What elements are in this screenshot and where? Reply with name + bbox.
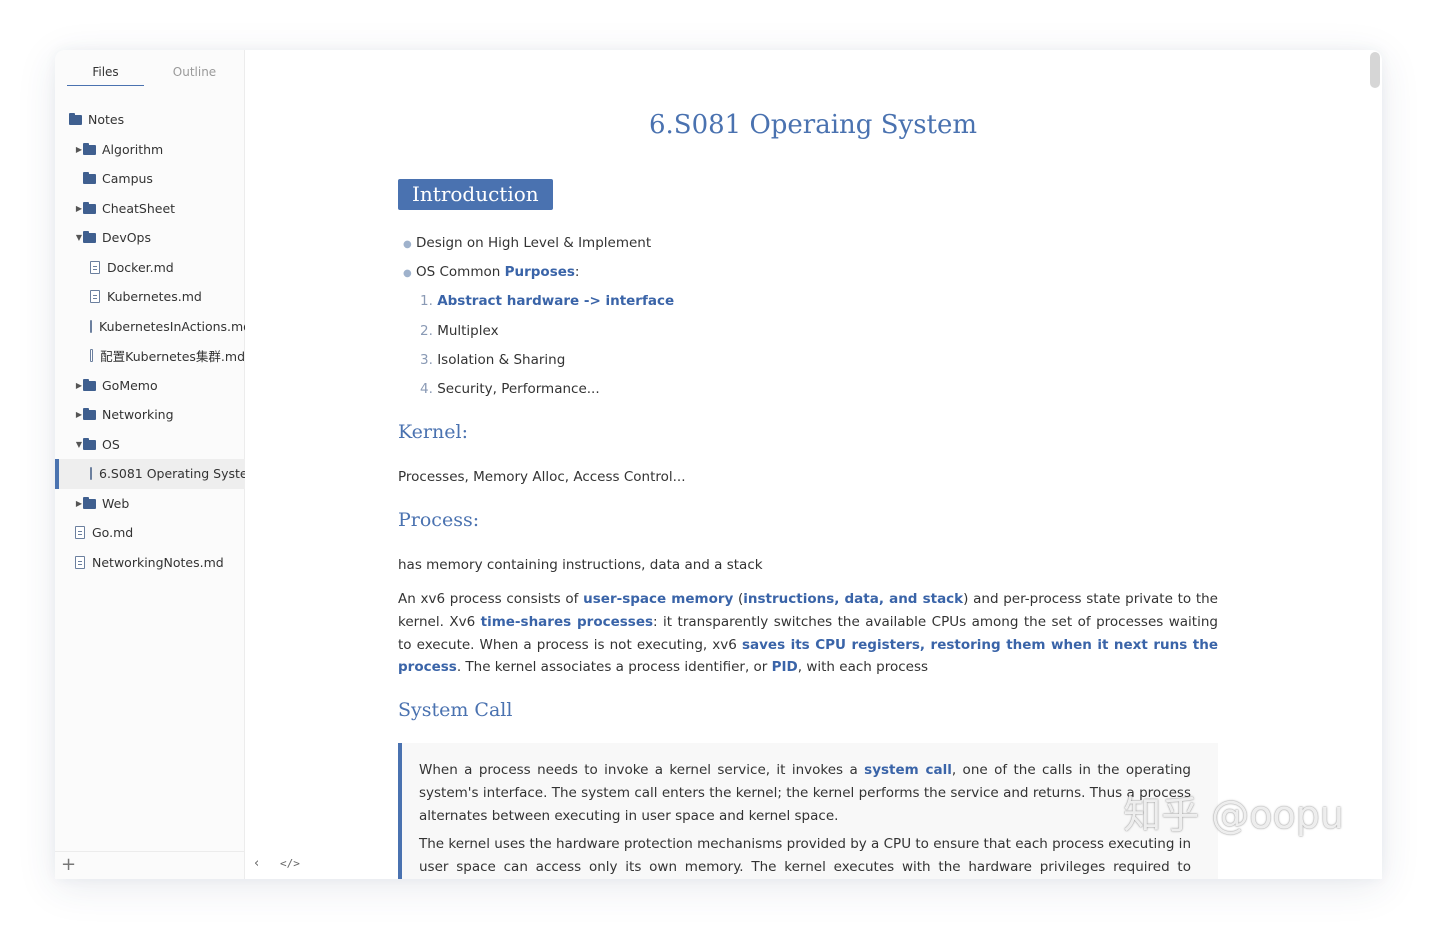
add-file-button[interactable]: + [61,854,76,875]
link-system-call[interactable]: system call [864,762,952,778]
quote-paragraph: When a process needs to invoke a kernel … [419,762,1191,824]
link-pid[interactable]: PID [772,659,798,675]
file-icon [90,290,100,304]
kernel-text: Processes, Memory Alloc, Access Control.… [398,469,686,485]
tree-folder[interactable]: ▶ GoMemo [55,371,245,401]
source-code-icon[interactable]: </> [280,857,300,870]
folder-icon [83,142,96,155]
caret-right-icon[interactable]: ▶ [75,145,83,154]
file-icon [90,349,94,363]
tree-folder[interactable]: ▶ CheatSheet [55,194,245,224]
link-instructions[interactable]: instructions, data, and stack [743,591,963,607]
file-icon [90,467,92,481]
folder-icon [83,378,96,391]
link-purposes[interactable]: Purposes [505,264,575,280]
sidebar: Files Outline Notes ▶ Algorithm Campus ▶ Chea… [55,50,245,879]
tree-folder[interactable]: ▼ DevOps [55,223,245,253]
link-user-space-memory[interactable]: user-space memory [583,591,733,607]
editor-footer: ‹ </> [246,851,366,879]
watermark: 知乎 @oopu [1123,793,1344,837]
file-tree: Notes ▶ Algorithm Campus ▶ CheatSheet ▼ DevOps D… [55,105,245,577]
scrollbar[interactable] [1370,52,1380,88]
tree-file[interactable]: 6.S081 Operating System.md [55,459,245,489]
process-paragraph: An xv6 process consists of user-space me… [398,591,1218,676]
page-title: 6.S081 Operaing System [648,110,978,140]
process-text: has memory containing instructions, data… [398,557,763,573]
folder-icon [83,496,96,509]
blockquote: When a process needs to invoke a kernel … [398,743,1218,879]
tree-item-label: NetworkingNotes.md [92,554,224,570]
folder-icon [83,231,96,244]
tree-item-label: Go.md [92,525,134,541]
tree-item-label: Notes [88,112,125,128]
tree-item-label: KubernetesInActions.md [99,318,245,334]
list-item: 3. Isolation & Sharing [420,352,566,368]
tree-file[interactable]: KubernetesInActions.md [55,312,245,342]
tree-item-label: Kubernetes.md [107,289,202,305]
file-icon [90,319,92,333]
tree-item-label: CheatSheet [102,200,176,216]
tree-file[interactable]: Go.md [55,518,245,548]
list-item: ● Design on High Level & Implement [398,235,651,251]
bullet-icon: ● [403,239,412,250]
file-icon [75,526,85,540]
tree-folder[interactable]: ▶ Algorithm [55,135,245,165]
bullet-icon: ● [403,268,412,279]
tree-item-label: GoMemo [102,377,158,393]
tree-item-label: Algorithm [102,141,164,157]
tree-item-label: Campus [102,171,153,187]
app-window: Files Outline Notes ▶ Algorithm Campus ▶ Chea… [55,50,1382,879]
tree-item-label: Networking [102,407,174,423]
tree-item-label: DevOps [102,230,151,246]
heading-process: Process: [398,509,480,531]
list-item: 1. Abstract hardware -> interface [420,293,675,309]
tree-item-label: Web [102,495,130,511]
caret-down-icon[interactable]: ▼ [75,233,83,242]
tree-file[interactable]: 配置Kubernetes集群.md [55,341,245,371]
tree-folder[interactable]: ▶ Web [55,489,245,519]
tree-item-label: 6.S081 Operating System.md [99,466,245,482]
tree-file[interactable]: NetworkingNotes.md [55,548,245,578]
caret-right-icon[interactable]: ▶ [75,499,83,508]
quote-paragraph: The kernel uses the hardware protection … [419,836,1191,875]
list-item: ● OS Common Purposes: [398,264,579,280]
link-abstract-hardware[interactable]: Abstract hardware -> interface [437,293,674,309]
tree-folder[interactable]: Campus [55,164,245,194]
heading-introduction: Introduction [398,179,553,210]
tab-outline[interactable]: Outline [157,64,232,86]
folder-icon [69,113,82,126]
chevron-left-icon[interactable]: ‹ [254,856,259,871]
sidebar-footer: + [55,851,245,879]
tree-folder[interactable]: ▼ OS [55,430,245,460]
caret-right-icon[interactable]: ▶ [75,381,83,390]
heading-kernel: Kernel: [398,421,468,443]
file-icon [90,260,100,274]
caret-down-icon[interactable]: ▼ [75,440,83,449]
caret-right-icon[interactable]: ▶ [75,410,83,419]
tree-item-label: 配置Kubernetes集群.md [100,349,245,365]
list-item: 4. Security, Performance... [420,381,600,397]
file-icon [75,555,85,569]
sidebar-tabs: Files Outline [67,64,237,86]
list-item: 2. Multiplex [420,323,499,339]
folder-icon [83,437,96,450]
caret-right-icon[interactable]: ▶ [75,204,83,213]
tree-file[interactable]: Kubernetes.md [55,282,245,312]
tree-folder[interactable]: ▶ Networking [55,400,245,430]
tree-item-label: Docker.md [107,259,174,275]
tree-item-label: OS [102,436,120,452]
tab-files[interactable]: Files [67,64,144,86]
folder-icon [83,201,96,214]
folder-icon [83,408,96,421]
link-time-shares[interactable]: time-shares processes [481,614,653,630]
heading-system-call: System Call [398,699,513,721]
tree-file[interactable]: Docker.md [55,253,245,283]
tree-folder[interactable]: Notes [55,105,245,135]
folder-icon [83,172,96,185]
